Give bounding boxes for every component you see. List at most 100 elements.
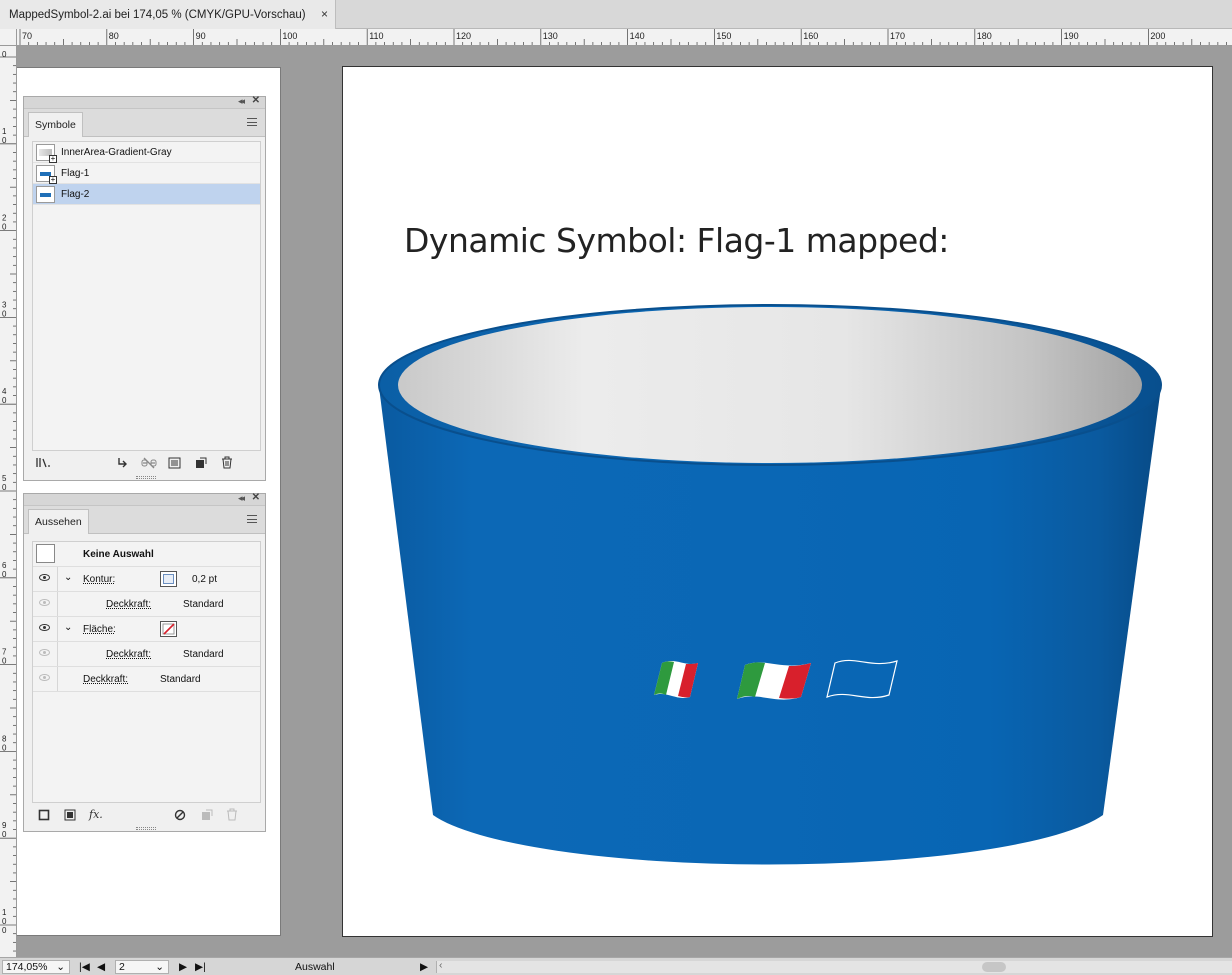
status-menu-arrow-icon[interactable]: ▶ bbox=[420, 961, 428, 973]
last-artboard-icon[interactable]: ▶| bbox=[195, 961, 206, 973]
fill-swatch-none[interactable] bbox=[160, 621, 177, 637]
scrollbar-thumb[interactable] bbox=[982, 962, 1006, 972]
symbol-item-flag-1[interactable]: + Flag-1 bbox=[33, 163, 260, 184]
ruler-label: 160 bbox=[803, 31, 818, 41]
symbol-options-icon[interactable] bbox=[168, 457, 181, 469]
fill-row[interactable]: ⌄ Fläche: bbox=[33, 617, 260, 642]
document-tab[interactable]: MappedSymbol-2.ai bei 174,05 % (CMYK/GPU… bbox=[0, 0, 336, 29]
first-artboard-icon[interactable]: |◀ bbox=[79, 961, 90, 973]
fill-label[interactable]: Fläche: bbox=[83, 624, 116, 635]
trash-icon[interactable] bbox=[221, 456, 233, 469]
ruler-label: 0 bbox=[2, 396, 7, 405]
visibility-eye-icon[interactable] bbox=[39, 599, 50, 606]
close-panel-icon[interactable]: ✕ bbox=[252, 492, 260, 503]
opacity-value: Standard bbox=[160, 674, 201, 685]
library-icon[interactable] bbox=[36, 457, 52, 469]
ruler-label: 100 bbox=[282, 31, 297, 41]
duplicate-item-icon[interactable] bbox=[201, 809, 213, 821]
add-fill-icon[interactable] bbox=[64, 809, 76, 821]
symbols-panel: ◂◂ ✕ Symbole + InnerArea-Gradient-Gray +… bbox=[23, 95, 266, 481]
ruler-label: 130 bbox=[543, 31, 558, 41]
ruler-label: 80 bbox=[109, 31, 119, 41]
opacity-value: Standard bbox=[183, 599, 224, 610]
close-panel-icon[interactable]: ✕ bbox=[252, 95, 260, 106]
collapse-panel-icon[interactable]: ◂◂ bbox=[238, 96, 245, 107]
tab-symbols[interactable]: Symbole bbox=[28, 112, 83, 137]
close-tab-icon[interactable]: × bbox=[321, 7, 328, 21]
tab-appearance[interactable]: Aussehen bbox=[28, 509, 89, 534]
break-link-icon[interactable] bbox=[141, 457, 157, 469]
new-symbol-icon[interactable] bbox=[195, 457, 207, 469]
resize-grip[interactable] bbox=[136, 476, 156, 479]
visibility-eye-icon[interactable] bbox=[39, 574, 50, 581]
add-stroke-icon[interactable] bbox=[38, 809, 50, 821]
ruler-label: 170 bbox=[890, 31, 905, 41]
stroke-weight[interactable]: 0,2 pt bbox=[192, 574, 217, 585]
visibility-eye-icon[interactable] bbox=[39, 649, 50, 656]
document-tab-bar: MappedSymbol-2.ai bei 174,05 % (CMYK/GPU… bbox=[0, 0, 1232, 29]
opacity-label[interactable]: Deckkraft: bbox=[83, 674, 128, 685]
tab-appearance-label: Aussehen bbox=[35, 516, 82, 528]
current-tool[interactable]: Auswahl bbox=[295, 961, 335, 973]
appearance-panel: ◂◂ ✕ Aussehen Keine Auswahl ⌄ Kontur: 0,… bbox=[23, 492, 266, 832]
chevron-down-icon[interactable]: ⌄ bbox=[64, 572, 72, 583]
trash-icon[interactable] bbox=[226, 808, 238, 821]
symbols-panel-toolbar bbox=[24, 453, 265, 473]
chevron-down-icon[interactable]: ⌄ bbox=[56, 961, 65, 973]
chevron-down-icon[interactable]: ⌄ bbox=[155, 961, 164, 973]
panel-menu-icon[interactable] bbox=[247, 118, 257, 126]
ruler-label: 70 bbox=[22, 31, 32, 41]
symbol-thumbnail: + bbox=[36, 164, 57, 184]
clear-appearance-icon[interactable] bbox=[174, 809, 186, 821]
symbol-item-innerarea[interactable]: + InnerArea-Gradient-Gray bbox=[33, 142, 260, 163]
appearance-header: Keine Auswahl bbox=[83, 549, 154, 560]
vertical-ruler-ticks: 0102030405060708090100 bbox=[0, 50, 16, 952]
horizontal-ruler[interactable]: 70 80 90 100 110 120 130 140 150 160 170 180 190 200 bbox=[16, 29, 1232, 46]
scroll-left-icon[interactable]: ‹ bbox=[439, 959, 443, 971]
bucket-illustration[interactable] bbox=[343, 67, 1213, 937]
horizontal-ruler-ticks: 70 80 90 100 110 120 130 140 150 160 170 180 190 200 bbox=[19, 29, 1227, 45]
horizontal-scrollbar[interactable]: ‹ bbox=[436, 959, 1232, 973]
appearance-panel-toolbar: fx. bbox=[24, 805, 265, 825]
visibility-eye-icon[interactable] bbox=[39, 624, 50, 631]
tab-symbols-label: Symbole bbox=[35, 119, 76, 131]
artboard-2: Dynamic Symbol: Flag-1 mapped: bbox=[342, 66, 1213, 937]
chevron-down-icon[interactable]: ⌄ bbox=[64, 622, 72, 633]
artboard-number-field[interactable]: 2 ⌄ bbox=[115, 960, 169, 974]
artboard-heading[interactable]: Dynamic Symbol: Flag-1 mapped: bbox=[404, 221, 949, 260]
fill-opacity-row[interactable]: Deckkraft: Standard bbox=[33, 642, 260, 667]
stroke-row[interactable]: ⌄ Kontur: 0,2 pt bbox=[33, 567, 260, 592]
opacity-label[interactable]: Deckkraft: bbox=[106, 649, 151, 660]
stroke-opacity-row[interactable]: Deckkraft: Standard bbox=[33, 592, 260, 617]
selection-thumbnail bbox=[36, 544, 55, 563]
symbol-item-flag-2[interactable]: Flag-2 bbox=[33, 184, 260, 205]
appearance-panel-titlebar[interactable]: ◂◂ ✕ bbox=[24, 492, 265, 506]
ruler-label: 0 bbox=[2, 570, 7, 579]
ruler-label: 0 bbox=[2, 50, 7, 59]
ruler-label: 0 bbox=[2, 136, 7, 145]
previous-artboard-icon[interactable]: ◀ bbox=[97, 961, 105, 973]
ruler-label: 4 bbox=[2, 387, 7, 396]
collapse-panel-icon[interactable]: ◂◂ bbox=[238, 493, 245, 504]
opacity-label[interactable]: Deckkraft: bbox=[106, 599, 151, 610]
stroke-label[interactable]: Kontur: bbox=[83, 574, 115, 585]
next-artboard-icon[interactable]: ▶ bbox=[179, 961, 187, 973]
opacity-value: Standard bbox=[183, 649, 224, 660]
ruler-label: 5 bbox=[2, 474, 7, 483]
ruler-label: 7 bbox=[2, 648, 7, 657]
fx-icon[interactable]: fx. bbox=[89, 808, 103, 821]
vertical-ruler[interactable]: 0102030405060708090100 bbox=[0, 29, 17, 957]
document-tab-title: MappedSymbol-2.ai bei 174,05 % (CMYK/GPU… bbox=[9, 8, 306, 21]
ruler-label: 0 bbox=[2, 830, 7, 839]
resize-grip[interactable] bbox=[136, 827, 156, 830]
symbols-panel-titlebar[interactable]: ◂◂ ✕ bbox=[24, 95, 265, 109]
visibility-eye-icon[interactable] bbox=[39, 674, 50, 681]
ruler-origin[interactable] bbox=[0, 29, 17, 46]
zoom-field[interactable]: 174,05% ⌄ bbox=[2, 960, 70, 974]
stroke-swatch[interactable] bbox=[160, 571, 177, 587]
ruler-label: 3 bbox=[2, 300, 7, 309]
panel-menu-icon[interactable] bbox=[247, 515, 257, 523]
object-opacity-row[interactable]: Deckkraft: Standard bbox=[33, 667, 260, 692]
place-symbol-icon[interactable] bbox=[116, 457, 128, 469]
flag-italy-2 bbox=[737, 662, 811, 700]
